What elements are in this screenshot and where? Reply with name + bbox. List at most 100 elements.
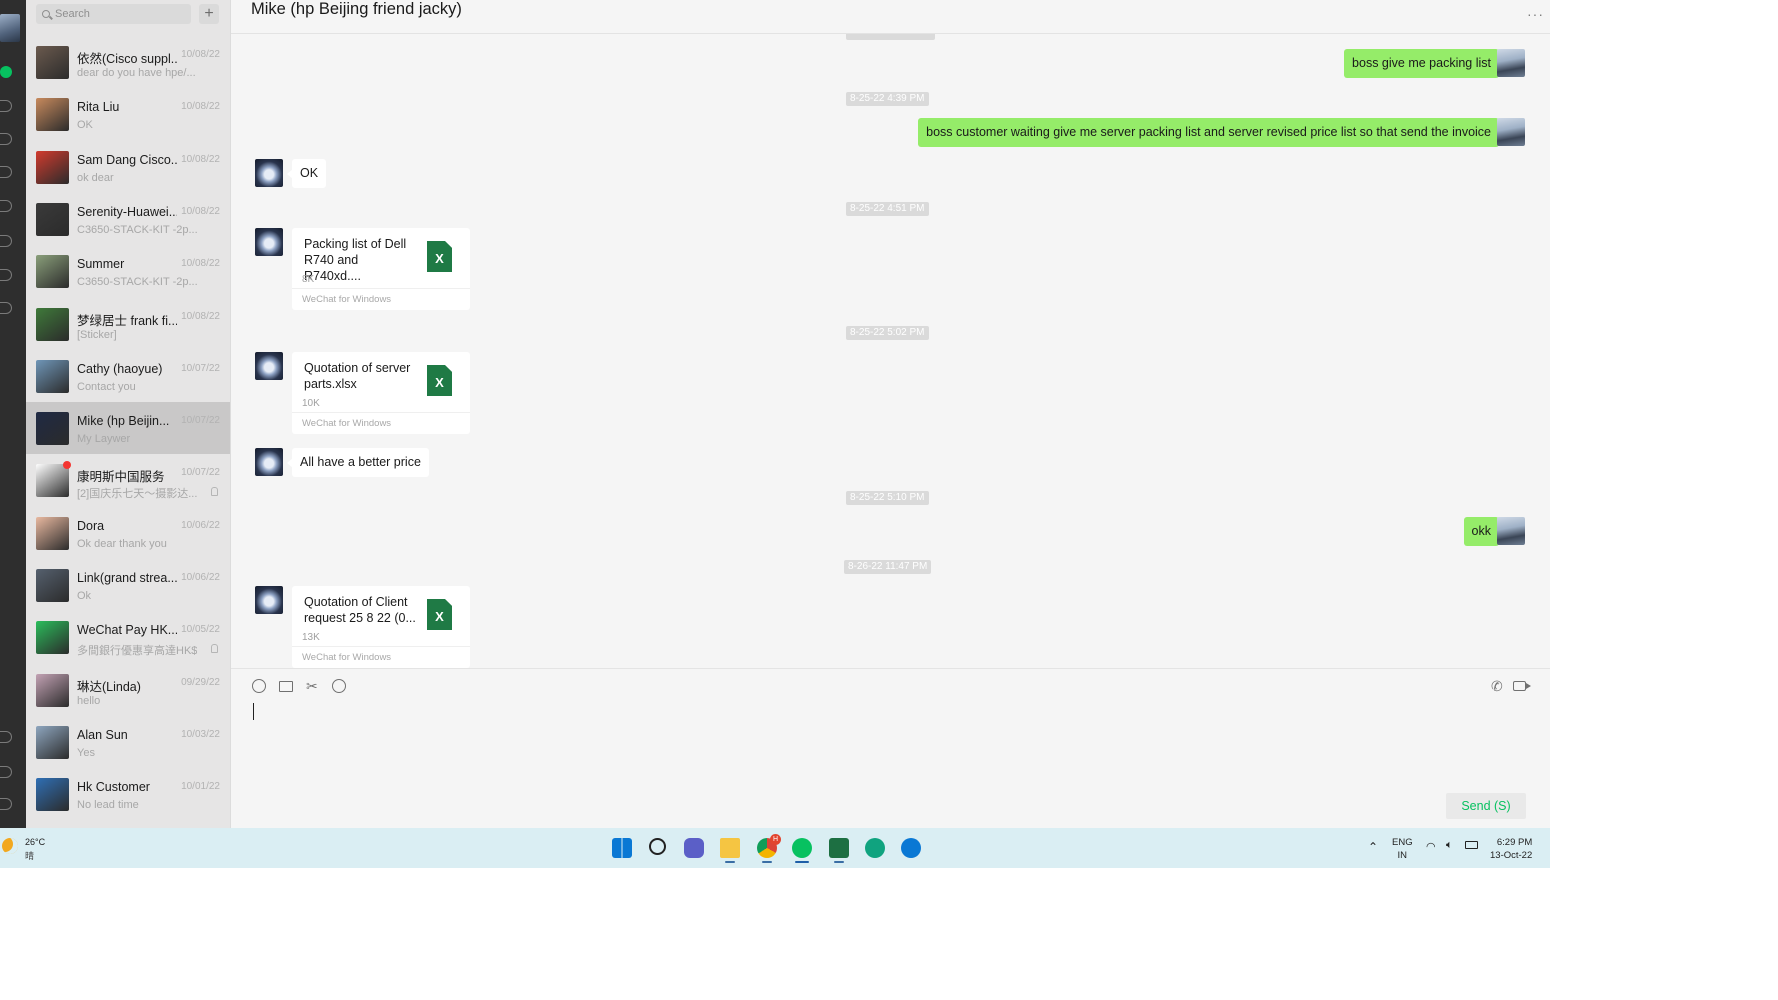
- my-message-avatar[interactable]: [1497, 49, 1525, 77]
- conversation-avatar: [36, 621, 69, 655]
- file-explorer-icon[interactable]: [720, 838, 740, 863]
- more-options-icon[interactable]: ···: [1527, 6, 1544, 22]
- conversation-preview: My Laywer: [77, 433, 131, 446]
- chat-panel: Mike (hp Beijing friend jacky) ··· boss …: [230, 0, 1550, 828]
- clock-date: 13-Oct-22: [1490, 850, 1533, 861]
- my-message-avatar[interactable]: [1497, 118, 1525, 146]
- conversation-item[interactable]: Rita Liu 10/08/22 OK: [26, 88, 230, 140]
- conversation-avatar: [36, 569, 69, 602]
- battery-icon[interactable]: [1465, 841, 1478, 849]
- search-nav-icon[interactable]: [0, 269, 12, 281]
- language-indicator[interactable]: ENG IN: [1392, 836, 1413, 862]
- conversation-name: Link(grand strea...: [77, 571, 177, 585]
- conversation-item[interactable]: Serenity-Huawei... 10/08/22 C3650-STACK-KI…: [26, 193, 230, 245]
- conversation-item[interactable]: Mike (hp Beijin... 10/07/22 My Laywer: [26, 402, 230, 455]
- contact-message-avatar[interactable]: [255, 586, 283, 614]
- emoji-icon[interactable]: [252, 679, 266, 693]
- blank-area: [1550, 0, 1778, 1000]
- nav-rail: [0, 0, 26, 828]
- video-call-icon[interactable]: [1513, 681, 1531, 691]
- contacts-icon[interactable]: [0, 100, 12, 112]
- conversation-item[interactable]: 康明斯中国服务 10/07/22 [2]国庆乐七天～摄影达...: [26, 454, 230, 506]
- weather-moon-icon[interactable]: [2, 838, 18, 854]
- chrome-icon[interactable]: H: [757, 834, 781, 863]
- search-taskbar-icon[interactable]: [649, 838, 666, 855]
- start-windows-icon[interactable]: [612, 838, 632, 858]
- message-outgoing[interactable]: okk: [1463, 517, 1505, 546]
- weather-temperature[interactable]: 26°C: [25, 837, 45, 847]
- volume-icon[interactable]: 🔈︎: [1446, 839, 1453, 852]
- conversation-name: Hk Customer: [77, 780, 150, 795]
- conversation-name: Alan Sun: [77, 727, 128, 742]
- conversation-item[interactable]: Dora 10/06/22 Ok dear thank you: [26, 507, 230, 559]
- system-clock[interactable]: 6:29 PM 13-Oct-22: [1490, 836, 1532, 862]
- contact-message-avatar[interactable]: [255, 448, 283, 476]
- message-incoming[interactable]: All have a better price: [287, 448, 429, 477]
- conversation-item[interactable]: Link(grand strea... 10/06/22 Ok: [26, 559, 230, 611]
- file-size: 10K: [302, 398, 320, 409]
- conversation-item[interactable]: 依然(Cisco suppl... 10/08/22 dear do you hav…: [26, 36, 230, 88]
- conversation-item[interactable]: Alan Sun 10/03/22 Yes: [26, 716, 230, 768]
- search-icon: [42, 10, 50, 18]
- file-message[interactable]: Quotation of server parts.xlsx X 10K WeC…: [292, 352, 470, 434]
- chat-title: Mike (hp Beijing friend jacky): [251, 0, 462, 18]
- timestamp: 8-25-22 4:51 PM: [846, 202, 929, 216]
- file-message[interactable]: Quotation of Client request 25 8 22 (0..…: [292, 586, 470, 668]
- send-button[interactable]: Send (S): [1446, 793, 1526, 819]
- text-input-caret[interactable]: [253, 703, 254, 720]
- conversation-name: Summer: [77, 257, 125, 272]
- excel-taskbar-icon[interactable]: [829, 838, 849, 863]
- files-icon[interactable]: [0, 166, 12, 178]
- running-indicator: [725, 861, 735, 863]
- chat-history-icon[interactable]: [332, 679, 346, 693]
- conversation-name: Dora: [77, 518, 105, 533]
- timestamp: 8-26-22 11:47 PM: [844, 560, 932, 574]
- conversation-item[interactable]: 琳达(Linda) 09/29/22 hello: [26, 664, 230, 716]
- conversation-item[interactable]: 梦绿居士 frank fi... 10/08/22 [Sticker]: [26, 298, 230, 350]
- voice-call-icon[interactable]: ✆: [1491, 679, 1505, 693]
- conversation-preview: dear do you have hpe/...: [77, 67, 196, 79]
- app-hex-icon[interactable]: [865, 838, 885, 858]
- conversation-item[interactable]: WeChat Pay HK... 10/05/22 多間銀行優惠享高達HK$...: [26, 611, 230, 663]
- folder-icon[interactable]: [279, 681, 293, 692]
- message-outgoing[interactable]: boss give me packing list: [1344, 49, 1504, 78]
- contact-message-avatar[interactable]: [255, 352, 283, 380]
- favorites-icon[interactable]: [0, 133, 12, 145]
- search-input[interactable]: Search: [36, 4, 191, 24]
- conversation-item[interactable]: Sam Dang Cisco... 10/08/22 ok dear: [26, 141, 230, 193]
- file-message[interactable]: Packing list of Dell R740 and R740xd....…: [292, 228, 470, 310]
- menu-icon[interactable]: [0, 798, 12, 810]
- chevron-up-icon[interactable]: ⌃: [1368, 840, 1378, 854]
- conversation-avatar: [36, 778, 69, 812]
- conversation-date: 10/08/22: [181, 153, 220, 165]
- skype-icon[interactable]: [901, 838, 921, 858]
- unread-badge: [63, 461, 71, 470]
- wifi-icon[interactable]: ◠: [1426, 840, 1436, 853]
- contact-message-avatar[interactable]: [255, 159, 283, 187]
- message-outgoing[interactable]: boss customer waiting give me server pac…: [918, 118, 1504, 147]
- conversation-preview: C3650-STACK-KIT -2p...: [77, 276, 197, 289]
- channels-icon[interactable]: [0, 235, 12, 247]
- my-message-avatar[interactable]: [1497, 517, 1525, 545]
- teams-chat-icon[interactable]: [684, 838, 704, 858]
- conversation-item[interactable]: Summer 10/08/22 C3650-STACK-KIT -2p...: [26, 245, 230, 297]
- file-source: WeChat for Windows: [302, 418, 392, 429]
- phone-icon[interactable]: [0, 731, 12, 743]
- chrome-badge: H: [770, 834, 781, 845]
- contact-message-avatar[interactable]: [255, 228, 283, 256]
- conversation-name: 康明斯中国服务: [77, 470, 165, 485]
- message-incoming[interactable]: OK: [286, 159, 327, 188]
- screenshot-scissors-icon[interactable]: ✂: [306, 679, 320, 693]
- wechat-taskbar-icon[interactable]: [792, 838, 812, 863]
- conversation-item[interactable]: Hk Customer 10/01/22 No lead time: [26, 768, 230, 820]
- message-area[interactable]: boss give me packing list 8-25-22 4:39 P…: [231, 34, 1550, 668]
- running-indicator: [795, 861, 809, 863]
- conversation-item[interactable]: Cathy (haoyue) 10/07/22 Contact you: [26, 350, 230, 402]
- moments-icon[interactable]: [0, 200, 12, 212]
- add-button[interactable]: +: [199, 4, 219, 24]
- conversation-date: 10/07/22: [181, 415, 220, 427]
- my-avatar[interactable]: [0, 14, 20, 42]
- conversation-name: Cathy (haoyue): [77, 361, 163, 376]
- mini-programs-icon[interactable]: [0, 302, 12, 314]
- phone-device-icon[interactable]: [0, 766, 12, 778]
